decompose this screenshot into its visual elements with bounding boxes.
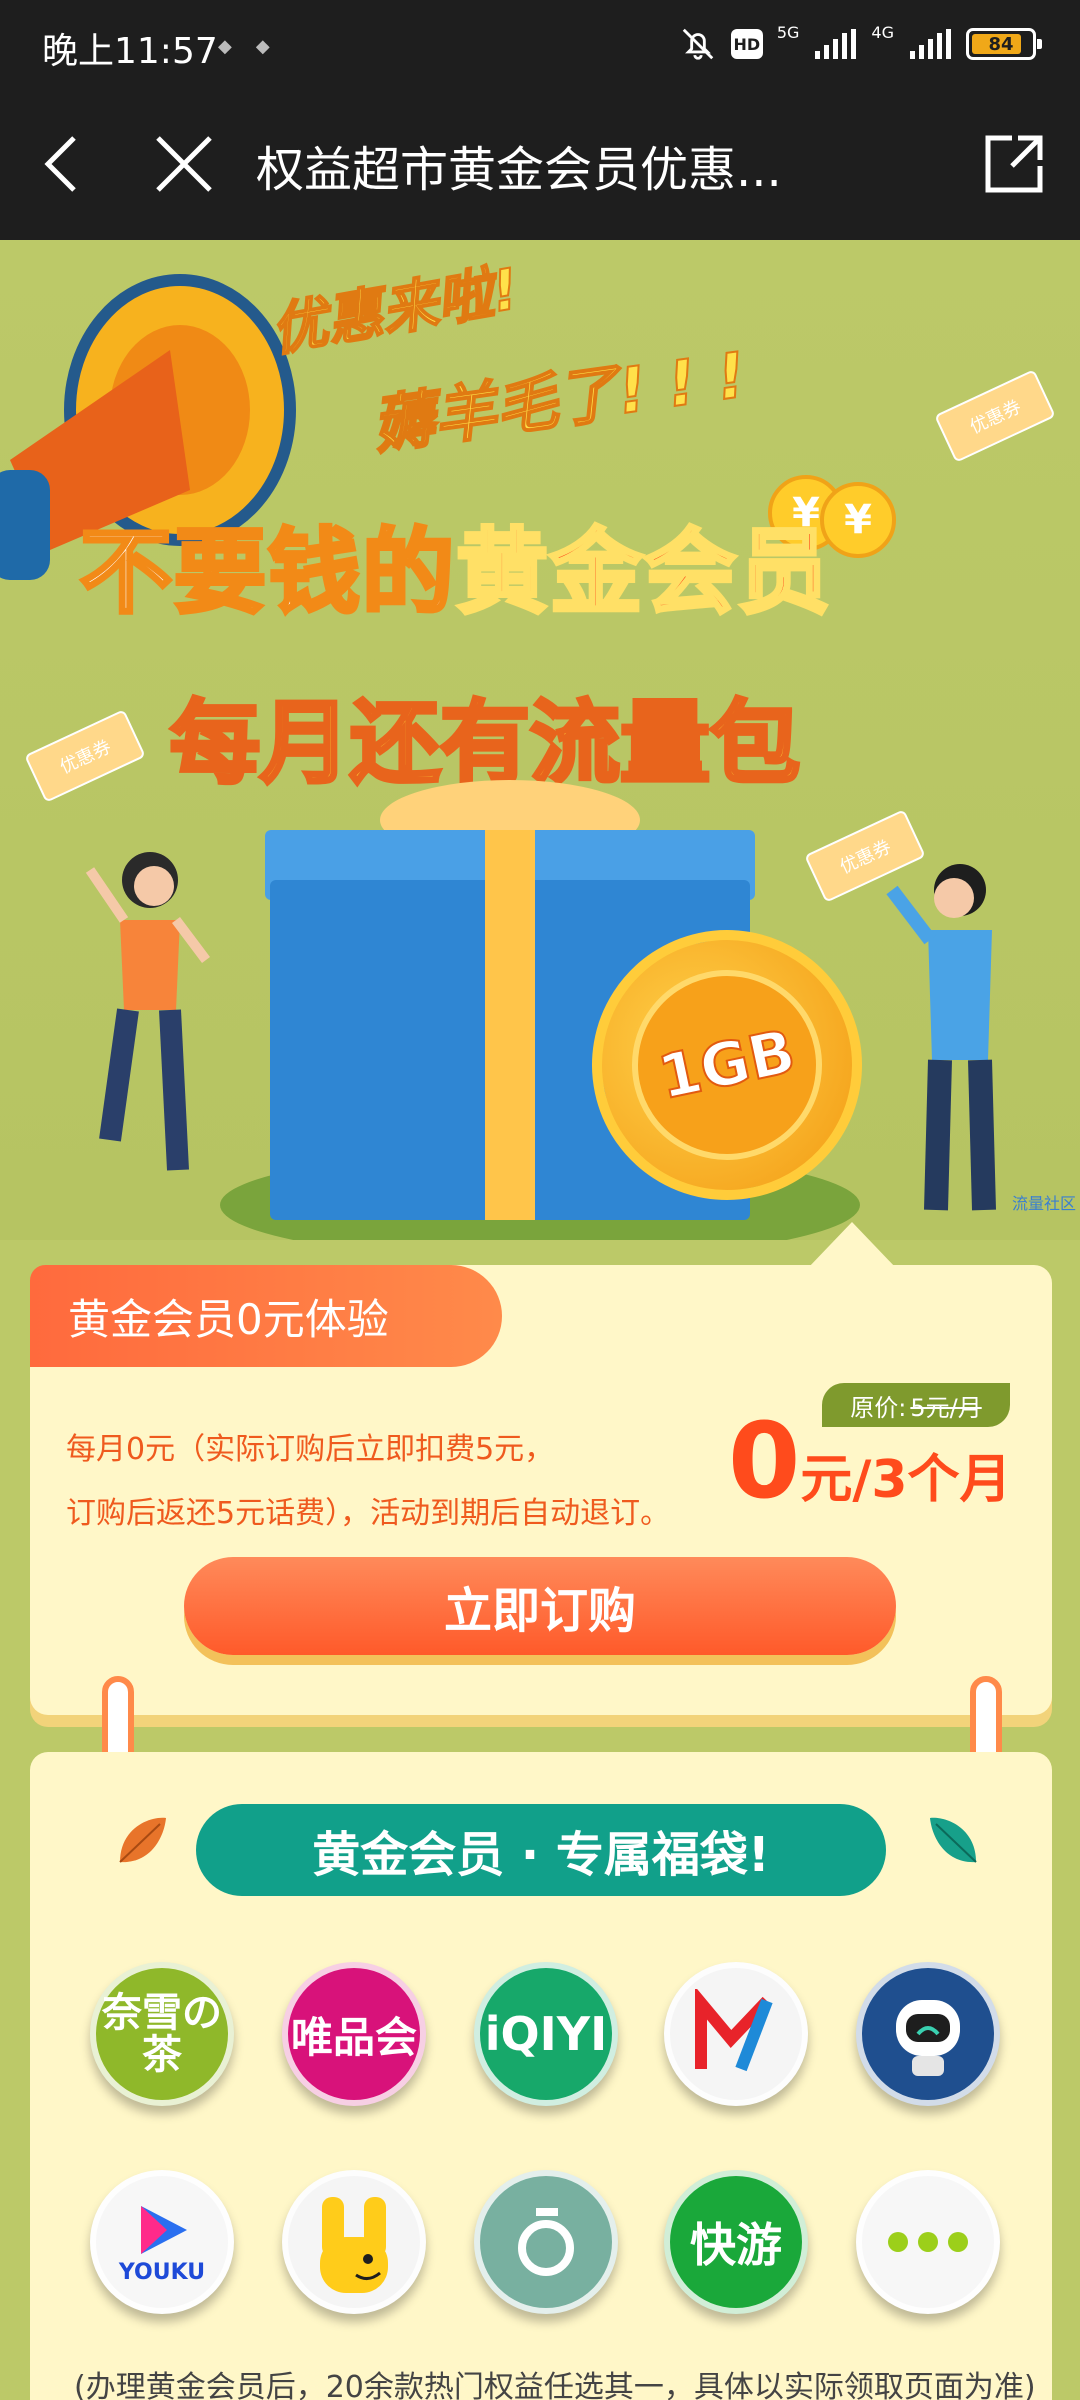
signal-icon-2 (910, 29, 951, 59)
app-icon-mango[interactable] (664, 1962, 808, 2106)
offer-price-number: 0 (728, 1400, 801, 1522)
card-notch (808, 1222, 896, 1268)
watermark-text: 流量社区 (1011, 1194, 1076, 1213)
hd-icon: HD (730, 29, 763, 59)
leaf-left-icon (119, 1817, 166, 1863)
woman-figure-icon (85, 852, 210, 1171)
app-icon-more[interactable] (856, 2170, 1000, 2314)
app-label-iqiyi: iQIYI (484, 2007, 608, 2061)
benefits-footnote: (办理黄金会员后，20余款热门权益任选其一，具体以实际领取页面为准) (74, 2370, 1036, 2400)
coupon-decoration-2: 优惠券 (24, 709, 146, 803)
hero-title-line1: 不要钱的黄金会员 (78, 498, 833, 631)
status-icons: HD 5G 4G 84 (679, 20, 1042, 68)
net-5g-label: 5G (776, 22, 800, 42)
status-bar: 晚上11:57 ◆◆ HD 5G 4G 84 (0, 0, 1080, 88)
notification-icons: ◆◆ (218, 36, 294, 57)
robot-icon (896, 2000, 960, 2076)
app-icon-ring[interactable] (474, 2170, 618, 2314)
app-icon-iqiyi[interactable]: iQIYI (474, 1962, 618, 2106)
app-icon-kuaiyou[interactable]: 快游 (664, 2170, 808, 2314)
subscribe-button[interactable]: 立即订购 (184, 1557, 896, 1655)
benefits-banner: 黄金会员 · 专属福袋! (196, 1804, 886, 1896)
hero-title-highlight: 黄金会员 (454, 517, 833, 628)
offer-description: 每月0元（实际订购后立即扣费5元， 订购后返还5元话费），活动到期后自动退订。 (66, 1418, 746, 1546)
offer-price-unit: 元/3个月 (800, 1450, 1012, 1510)
app-icon-rabbit[interactable] (282, 2170, 426, 2314)
app-label-nayuki: 奈雪の茶 (102, 1990, 222, 2078)
app-icon-robot[interactable] (856, 1962, 1000, 2106)
share-icon[interactable] (978, 128, 1050, 200)
net-4g-label: 4G (871, 22, 894, 42)
coupon-decoration-1: 优惠券 (934, 369, 1056, 463)
close-icon[interactable] (148, 128, 220, 200)
offer-tab-label: 黄金会员0元体验 (30, 1265, 502, 1367)
gift-ribbon (485, 830, 535, 1220)
signal-icon-1 (815, 29, 857, 59)
app-icon-vipshop[interactable]: 唯品会 (282, 1962, 426, 2106)
mango-logo-icon (695, 1989, 773, 2072)
app-icon-nayuki[interactable]: 奈雪の茶 (90, 1962, 234, 2106)
coin-label: 1GB (614, 952, 840, 1178)
hero-title-prefix: 不要钱的 (78, 517, 457, 628)
rabbit-icon (320, 2197, 388, 2293)
youku-play-icon (141, 2205, 187, 2254)
status-time: 晚上11:57 (42, 31, 218, 72)
app-icon-youku[interactable]: YOUKU (90, 2170, 234, 2314)
nav-bar: 权益超市黄金会员优惠... (0, 88, 1080, 240)
mute-bell-icon (682, 28, 714, 60)
back-arrow-icon[interactable] (30, 128, 102, 200)
ring-logo-icon (518, 2208, 574, 2276)
app-label-youku: YOUKU (118, 2259, 206, 2285)
battery-icon: 84 (966, 28, 1042, 60)
offer-desc-line1: 每月0元（实际订购后立即扣费5元， (66, 1432, 555, 1467)
offer-price: 0元/3个月 (728, 1400, 1012, 1522)
more-dots-icon (888, 2232, 968, 2252)
hero-banner: 优惠来啦! 薅羊毛了! ! ! 优惠券 优惠券 优惠券 ¥ ¥ 不要钱的黄金会员… (0, 240, 1080, 1240)
offer-desc-line2: 订购后返还5元话费），活动到期后自动退订。 (66, 1496, 671, 1531)
app-label-vipshop: 唯品会 (290, 2012, 417, 2062)
app-label-kuaiyou: 快游 (690, 2218, 782, 2272)
man-figure-icon (886, 864, 996, 1211)
battery-percent: 84 (988, 33, 1014, 55)
hero-slogan-2: 薅羊毛了! ! ! (367, 337, 752, 464)
page-title: 权益超市黄金会员优惠... (256, 142, 782, 198)
leaf-right-icon (930, 1817, 977, 1863)
